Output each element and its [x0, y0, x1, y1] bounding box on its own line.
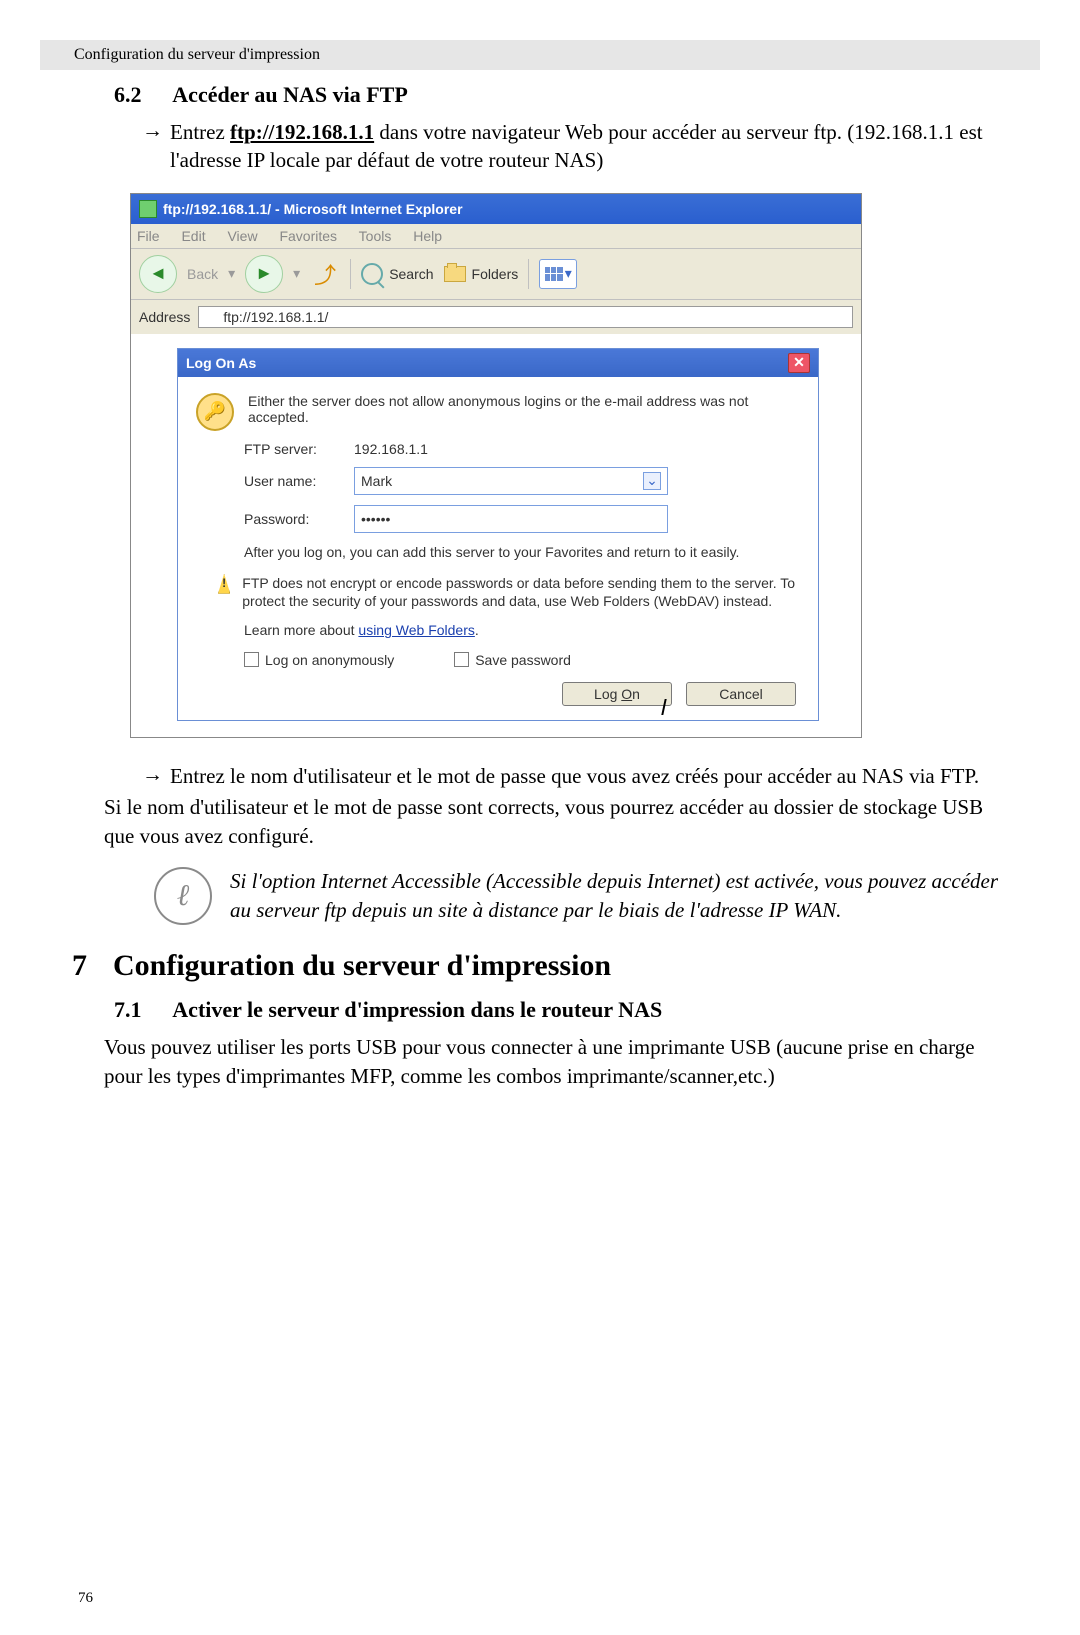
password-input[interactable]: ••••••: [354, 505, 668, 533]
back-label: Back: [187, 266, 218, 282]
menu-help[interactable]: Help: [413, 228, 442, 244]
instruction-1-text: Entrez ftp://192.168.1.1 dans votre navi…: [170, 118, 1008, 175]
ie-titlebar: ftp://192.168.1.1/ - Microsoft Internet …: [131, 194, 861, 224]
menu-view[interactable]: View: [227, 228, 257, 244]
section-6-2-heading: 6.2 Accéder au NAS via FTP: [114, 82, 1008, 108]
username-label: User name:: [244, 473, 354, 489]
ie-window: ftp://192.168.1.1/ - Microsoft Internet …: [130, 193, 862, 739]
dialog-title-text: Log On As: [186, 355, 256, 371]
arrow-icon: →: [142, 118, 170, 175]
note-text: Si l'option Internet Accessible (Accessi…: [230, 867, 1008, 924]
toolbar-separator: [350, 259, 351, 289]
paragraph-printserver: Vous pouvez utiliser les ports USB pour …: [104, 1033, 1008, 1091]
folder-icon: [444, 266, 466, 282]
forward-dropdown-icon[interactable]: ▾: [293, 265, 300, 282]
dialog-message: Either the server does not allow anonymo…: [248, 393, 800, 425]
password-label: Password:: [244, 511, 354, 527]
folders-button[interactable]: Folders: [444, 266, 519, 282]
instruction-1: → Entrez ftp://192.168.1.1 dans votre na…: [142, 118, 1008, 175]
logon-anonymously-checkbox[interactable]: Log on anonymously: [244, 652, 394, 668]
ie-title-text: ftp://192.168.1.1/ - Microsoft Internet …: [163, 201, 463, 217]
close-button[interactable]: ✕: [788, 353, 810, 373]
menu-edit[interactable]: Edit: [181, 228, 205, 244]
note-icon: ℓ: [154, 867, 212, 925]
address-favicon: [203, 310, 217, 324]
running-header-text: Configuration du serveur d'impression: [40, 46, 320, 63]
ie-toolbar: ◄ Back ▾ ► ▾ ⤴ Search Folders ▾: [131, 249, 861, 300]
arrow-icon: →: [142, 762, 170, 790]
forward-button[interactable]: ►: [245, 255, 283, 293]
toolbar-separator: [528, 259, 529, 289]
web-folders-link[interactable]: using Web Folders: [358, 622, 474, 638]
address-label: Address: [139, 309, 190, 325]
ie-menubar: File Edit View Favorites Tools Help: [131, 224, 861, 249]
ftp-server-label: FTP server:: [244, 441, 354, 457]
ie-address-bar: Address ftp://192.168.1.1/: [131, 300, 861, 334]
warning-icon: !: [218, 574, 230, 594]
page-number: 76: [78, 1590, 93, 1607]
checkbox-icon: [244, 652, 259, 667]
section-title: Activer le serveur d'impression dans le …: [172, 997, 662, 1022]
address-value: ftp://192.168.1.1/: [223, 309, 328, 325]
section-7-title: Configuration du serveur d'impression: [113, 949, 611, 983]
password-value: ••••••: [361, 511, 390, 527]
note-block: ℓ Si l'option Internet Accessible (Acces…: [154, 867, 1008, 925]
dialog-titlebar: Log On As ✕: [178, 349, 818, 377]
section-title: Accéder au NAS via FTP: [172, 82, 407, 107]
views-button[interactable]: ▾: [539, 259, 577, 289]
logon-button[interactable]: Log On: [562, 682, 672, 706]
warning-text: FTP does not encrypt or encode passwords…: [242, 574, 800, 612]
running-header: Configuration du serveur d'impression: [40, 40, 1040, 70]
section-7-num: 7: [72, 949, 87, 983]
learn-more-row: Learn more about using Web Folders.: [244, 621, 800, 640]
key-icon: 🔑: [196, 393, 234, 431]
checkbox-icon: [454, 652, 469, 667]
menu-favorites[interactable]: Favorites: [279, 228, 337, 244]
section-num: 7.1: [114, 997, 168, 1023]
logon-dialog: Log On As ✕ 🔑 Either the server does not…: [177, 348, 819, 722]
up-folder-button[interactable]: ⤴: [310, 259, 340, 289]
menu-tools[interactable]: Tools: [359, 228, 392, 244]
cancel-button[interactable]: Cancel: [686, 682, 796, 706]
section-7-heading: 7 Configuration du serveur d'impression: [72, 949, 1008, 983]
save-password-checkbox[interactable]: Save password: [454, 652, 571, 668]
ftp-server-value: 192.168.1.1: [354, 441, 428, 457]
ie-app-icon: [139, 200, 157, 218]
back-dropdown-icon[interactable]: ▾: [228, 265, 235, 282]
ftp-url-link[interactable]: ftp://192.168.1.1: [230, 120, 374, 144]
section-num: 6.2: [114, 82, 168, 108]
section-7-1-heading: 7.1 Activer le serveur d'impression dans…: [114, 997, 1008, 1023]
chevron-down-icon[interactable]: ⌄: [643, 472, 661, 490]
search-button[interactable]: Search: [361, 263, 433, 285]
paragraph-success: Si le nom d'utilisateur et le mot de pas…: [104, 793, 1008, 851]
username-input[interactable]: Mark ⌄: [354, 467, 668, 495]
back-button[interactable]: ◄: [139, 255, 177, 293]
instruction-2: → Entrez le nom d'utilisateur et le mot …: [142, 762, 1008, 790]
menu-file[interactable]: File: [137, 228, 160, 244]
favorites-hint: After you log on, you can add this serve…: [244, 543, 800, 562]
search-icon: [361, 263, 383, 285]
instruction-2-text: Entrez le nom d'utilisateur et le mot de…: [170, 762, 1008, 790]
username-value: Mark: [361, 473, 392, 489]
address-field[interactable]: ftp://192.168.1.1/: [198, 306, 853, 328]
